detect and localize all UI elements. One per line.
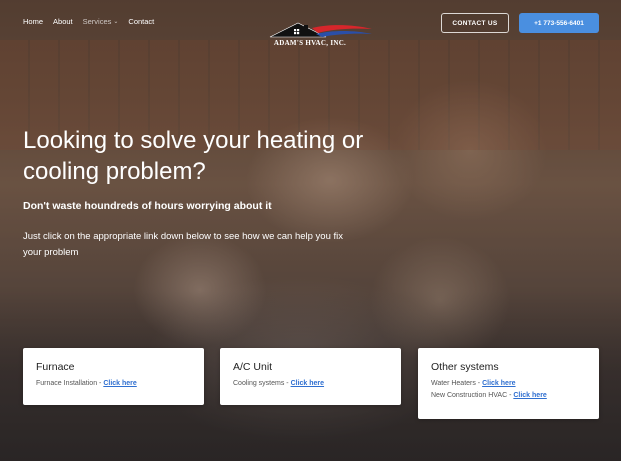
nav-about-link[interactable]: About [53,17,73,26]
nav-links: Home About Services ⌄ Contact [23,17,164,26]
nav-contact-link[interactable]: Contact [128,17,154,26]
card-line: New Construction HVAC - Click here [431,390,586,402]
card-line-text: Furnace Installation - [36,380,104,387]
card-title: Furnace [36,361,75,373]
nav-services-link[interactable]: Services ⌄ [83,17,119,26]
card-other-systems: Other systems Water Heaters - Click here… [418,348,599,419]
card-line-text: Cooling systems - [233,380,291,387]
hero-body-text: Just click on the appropriate link down … [23,231,344,258]
card-line-text: Water Heaters - [431,380,483,387]
card-line: Water Heaters - Click here [431,378,586,390]
logo-text: ADAM'S HVAC, INC. [273,39,347,47]
contact-us-button[interactable]: CONTACT US [441,13,509,33]
hero-title: Looking to solve your heating or cooling… [23,127,364,185]
hero-subtitle: Don't waste houndreds of hours worrying … [23,200,272,212]
phone-button[interactable]: +1 773-556-6401 [519,13,599,33]
card-line-text: New Construction HVAC - [431,392,514,399]
ac-click-here-link[interactable]: Click here [291,380,324,387]
furnace-click-here-link[interactable]: Click here [103,380,136,387]
new-construction-click-here-link[interactable]: Click here [513,392,546,399]
nav-services-label: Services [82,17,112,26]
top-navigation: Home About Services ⌄ Contact ADAM'S HVA… [0,0,621,47]
nav-home-link[interactable]: Home [23,17,43,26]
card-title: Other systems [431,361,499,373]
chevron-down-icon: ⌄ [113,19,119,25]
company-logo[interactable]: ADAM'S HVAC, INC. [268,20,378,50]
card-line: Cooling systems - Click here [233,378,388,390]
card-title: A/C Unit [233,361,273,373]
card-ac-unit: A/C Unit Cooling systems - Click here [220,348,401,405]
card-furnace: Furnace Furnace Installation - Click her… [23,348,204,405]
card-line: Furnace Installation - Click here [36,378,191,390]
water-heaters-click-here-link[interactable]: Click here [482,380,515,387]
